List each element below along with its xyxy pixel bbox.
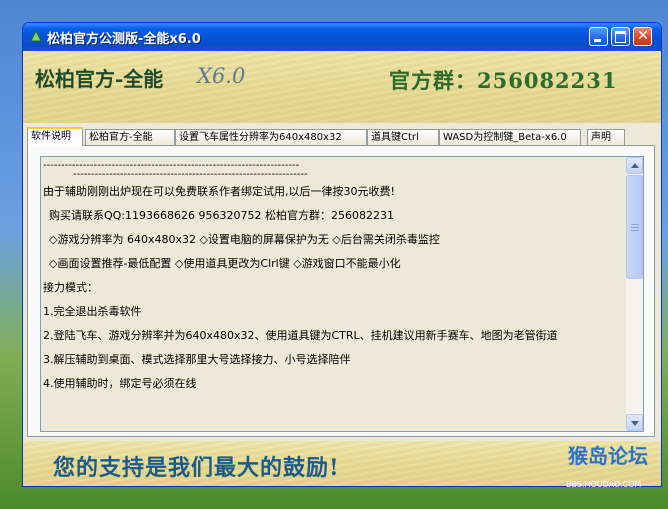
tab-wasd-control[interactable]: WASD为控制键_Beta-x6.0	[439, 129, 581, 145]
app-window: 松柏官方公测版-全能x6.0 ✕ 松柏官方-全能 X6.0 官方群：256082…	[22, 22, 662, 487]
close-button[interactable]: ✕	[633, 27, 652, 46]
close-icon: ✕	[637, 28, 649, 44]
tab-panel: ----------------------------------------…	[27, 145, 655, 437]
text-line: ◇游戏分辨率为 640x480x32 ◇设置电脑的屏幕保护为无 ◇后台需关闭杀毒…	[49, 233, 440, 246]
watermark-logo: 猴岛论坛	[568, 444, 648, 468]
text-line: 由于辅助刚刚出炉现在可以免费联系作者绑定试用,以后一律按30元收费!	[43, 185, 395, 198]
scroll-up-button[interactable]	[626, 157, 643, 174]
minimize-button[interactable]	[589, 27, 608, 46]
app-icon	[30, 29, 42, 42]
maximize-button[interactable]	[611, 27, 630, 46]
separator-line: ----------------------------------------…	[73, 169, 308, 180]
text-line: 购买请联系QQ:1193668626 956320752 松柏官方群：25608…	[49, 209, 394, 222]
text-line: 接力模式：	[43, 281, 98, 294]
info-text-area[interactable]: ----------------------------------------…	[41, 157, 627, 431]
slogan-label: 您的支持是我们最大的鼓励!	[53, 455, 340, 481]
maximize-icon	[615, 31, 626, 43]
scroll-down-button[interactable]	[626, 414, 643, 431]
info-textbox[interactable]: ----------------------------------------…	[40, 156, 644, 432]
tab-statement[interactable]: 声明	[587, 129, 625, 145]
version-label: X6.0	[197, 64, 246, 88]
title-bar[interactable]: 松柏官方公测版-全能x6.0 ✕	[23, 23, 661, 51]
brand-label: 松柏官方-全能	[35, 67, 164, 91]
tab-strip: 软件说明 松柏官方-全能 设置飞车属性分辨率为640x480x32 道具键Ctr…	[27, 127, 657, 147]
grip-line	[631, 224, 639, 225]
text-line: 1.完全退出杀毒软件	[43, 305, 142, 318]
text-line: 2.登陆飞车、游戏分辨率并为640x480x32、使用道具键为CTRL、挂机建议…	[43, 329, 558, 342]
grip-line	[631, 227, 639, 228]
scroll-thumb[interactable]	[626, 175, 643, 279]
chevron-down-icon	[631, 421, 639, 426]
minimize-icon	[594, 39, 601, 42]
text-line: ◇画面设置推荐-最低配置 ◇使用道具更改为Clrl键 ◇游戏窗口不能最小化	[49, 257, 401, 270]
tab-resolution-setting[interactable]: 设置飞车属性分辨率为640x480x32	[175, 129, 367, 145]
tab-software-info[interactable]: 软件说明	[27, 127, 83, 146]
grip-line	[631, 230, 639, 231]
text-line: 4.使用辅助时，绑定号必须在线	[43, 377, 197, 390]
chevron-up-icon	[631, 163, 639, 168]
text-line: 3.解压辅助到桌面、模式选择那里大号选择接力、小号选择陪伴	[43, 353, 351, 366]
tab-songbai-allround[interactable]: 松柏官方-全能	[85, 129, 175, 145]
watermark-url: BBS.HOUDAO.COM	[566, 480, 642, 489]
window-title: 松柏官方公测版-全能x6.0	[47, 32, 201, 47]
qq-group-label: 官方群：256082231	[389, 68, 618, 93]
tab-item-key[interactable]: 道具键Ctrl	[367, 129, 439, 145]
vertical-scrollbar[interactable]	[626, 157, 643, 431]
